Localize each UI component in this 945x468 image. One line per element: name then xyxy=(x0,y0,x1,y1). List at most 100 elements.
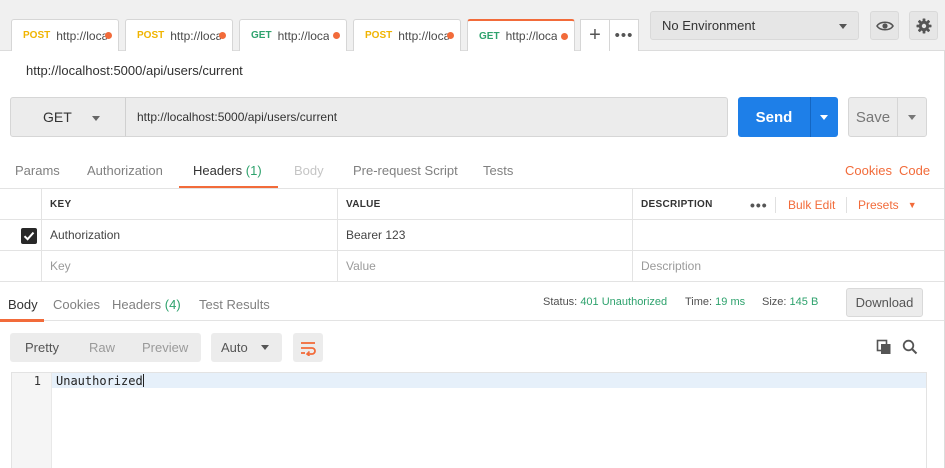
response-headers-count: (4) xyxy=(164,297,181,312)
more-tabs-button[interactable]: ••• xyxy=(609,19,639,51)
copy-button[interactable] xyxy=(876,339,892,355)
search-button[interactable] xyxy=(902,339,918,355)
save-options-button[interactable] xyxy=(897,97,927,137)
tab-url: http://localhost:5000/api/users/authenti… xyxy=(398,28,450,43)
caret-down-icon: ▼ xyxy=(907,200,917,210)
response-status: Status: 401 Unauthorized xyxy=(543,296,667,308)
tab-method: GET xyxy=(479,30,500,42)
url-input[interactable] xyxy=(125,97,728,137)
new-description-input[interactable]: Description xyxy=(632,251,944,281)
code-line-text: Unauthorized xyxy=(56,374,143,388)
code-link[interactable]: Code xyxy=(899,163,930,178)
ellipsis-icon[interactable]: ••• xyxy=(750,197,768,213)
tab-authorization[interactable]: Authorization xyxy=(87,163,163,178)
unsaved-dot-icon xyxy=(105,32,112,39)
request-tab[interactable]: POST http://localhost:5000/api/users/reg… xyxy=(125,19,233,51)
tab-tests[interactable]: Tests xyxy=(483,163,513,178)
tab-headers-label: Headers xyxy=(193,163,243,178)
request-tab-active[interactable]: GET http://localhost:5000/api/users/curr… xyxy=(467,19,575,51)
request-tab[interactable]: POST http://localhost:5000/api/users/aut… xyxy=(11,19,119,51)
response-tab-headers-label: Headers xyxy=(112,297,162,312)
request-tabs: Params Authorization Headers (1) Body Pr… xyxy=(0,155,944,189)
time-label: Time: xyxy=(685,296,713,308)
header-description-cell[interactable] xyxy=(632,220,944,250)
language-label: Auto xyxy=(221,340,248,355)
environment-quick-look-button[interactable] xyxy=(870,11,899,40)
unsaved-dot-icon xyxy=(447,32,454,39)
download-button[interactable]: Download xyxy=(846,288,923,317)
new-tab-button[interactable]: + xyxy=(580,19,610,51)
request-title[interactable]: http://localhost:5000/api/users/current xyxy=(26,63,243,78)
divider xyxy=(775,197,776,213)
text-cursor xyxy=(142,374,144,387)
tab-pre-request-script[interactable]: Pre-request Script xyxy=(353,163,458,178)
response-tab-cookies[interactable]: Cookies xyxy=(53,297,100,312)
tab-body[interactable]: Body xyxy=(294,163,324,178)
environment-label: No Environment xyxy=(662,18,756,33)
cookies-link[interactable]: Cookies xyxy=(845,163,892,178)
tab-url: http://localhost:5000/api/users/authenti… xyxy=(56,28,108,43)
format-switcher: Pretty Raw Preview xyxy=(10,333,201,362)
response-tab-body[interactable]: Body xyxy=(8,297,38,312)
status-label: Status: xyxy=(543,296,578,308)
eye-icon xyxy=(875,20,894,31)
row-enabled-checkbox[interactable] xyxy=(21,228,37,244)
time-value[interactable]: 19 ms xyxy=(715,296,745,308)
checkmark-icon xyxy=(23,231,35,241)
divider xyxy=(846,197,847,213)
wrap-lines-button[interactable] xyxy=(293,333,323,362)
new-key-input[interactable]: Key xyxy=(41,251,338,281)
ellipsis-icon: ••• xyxy=(614,27,634,44)
table-header-row: KEY VALUE DESCRIPTION ••• Bulk Edit Pres… xyxy=(0,188,944,220)
plus-icon: + xyxy=(589,24,601,46)
chevron-down-icon xyxy=(92,116,100,121)
gear-icon xyxy=(916,18,931,33)
format-pretty-button[interactable]: Pretty xyxy=(25,340,59,355)
bulk-edit-link[interactable]: Bulk Edit xyxy=(788,189,835,221)
header-key-cell[interactable]: Authorization xyxy=(41,220,338,250)
tab-headers[interactable]: Headers (1) xyxy=(193,163,262,178)
manage-environments-button[interactable] xyxy=(909,11,938,40)
active-line-highlight xyxy=(12,373,926,388)
method-label: GET xyxy=(43,109,72,125)
presets-link[interactable]: Presets ▼ xyxy=(858,189,917,221)
format-raw-button[interactable]: Raw xyxy=(89,340,115,355)
tab-method: POST xyxy=(137,30,165,41)
send-options-button[interactable] xyxy=(810,97,838,137)
response-body-editor[interactable]: 1 Unauthorized xyxy=(11,372,927,468)
headers-count: (1) xyxy=(245,163,262,178)
tab-method: POST xyxy=(23,30,51,41)
column-header-description: DESCRIPTION xyxy=(632,189,742,219)
language-select[interactable]: Auto xyxy=(211,333,282,362)
format-preview-button[interactable]: Preview xyxy=(142,340,188,355)
header-value-cell[interactable]: Bearer 123 xyxy=(337,220,633,250)
send-button[interactable]: Send xyxy=(738,97,810,137)
request-tab[interactable]: POST http://localhost:5000/api/users/aut… xyxy=(353,19,461,51)
table-row: Authorization Bearer 123 xyxy=(0,220,944,251)
column-header-value: VALUE xyxy=(337,189,633,219)
size-label: Size: xyxy=(762,296,787,308)
new-value-input[interactable]: Value xyxy=(337,251,633,281)
request-tab[interactable]: GET http://localhost:5000/api/users xyxy=(239,19,347,51)
chevron-down-icon xyxy=(839,24,847,29)
request-tab-strip: POST http://localhost:5000/api/users/aut… xyxy=(0,0,945,51)
tab-url: http://localhost:5000/api/users xyxy=(277,28,329,43)
method-select[interactable]: GET xyxy=(10,97,126,137)
response-tab-test-results[interactable]: Test Results xyxy=(199,297,270,312)
environment-select[interactable]: No Environment xyxy=(650,11,859,40)
size-value[interactable]: 145 B xyxy=(790,296,819,308)
tab-params[interactable]: Params xyxy=(15,163,60,178)
response-tab-headers[interactable]: Headers (4) xyxy=(112,297,181,312)
wrap-lines-icon xyxy=(301,341,316,356)
response-size: Size: 145 B xyxy=(762,296,818,308)
presets-label: Presets xyxy=(858,198,899,212)
status-value[interactable]: 401 Unauthorized xyxy=(580,296,667,308)
code-line: Unauthorized xyxy=(56,374,144,388)
tab-url: http://localhost:5000/api/users/current xyxy=(505,29,557,43)
tab-method: POST xyxy=(365,30,393,41)
unsaved-dot-icon xyxy=(219,32,226,39)
column-header-key: KEY xyxy=(41,189,338,219)
table-row-new: Key Value Description xyxy=(0,251,944,282)
unsaved-dot-icon xyxy=(333,32,340,39)
save-button[interactable]: Save xyxy=(848,97,898,137)
